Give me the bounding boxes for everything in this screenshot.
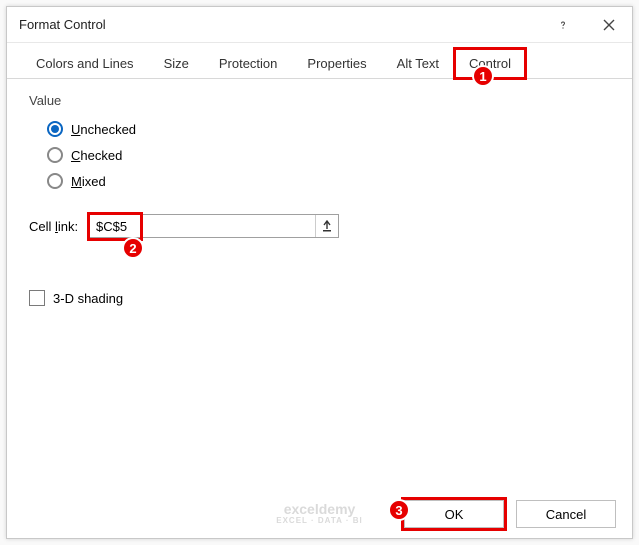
tab-size[interactable]: Size [149, 49, 204, 78]
radio-unchecked-label: Unchecked [71, 122, 136, 137]
radio-mixed-label: Mixed [71, 174, 106, 189]
titlebar: Format Control [7, 7, 632, 43]
cancel-button[interactable]: Cancel [516, 500, 616, 528]
value-group-label: Value [29, 93, 610, 108]
checkbox-3d-shading-label: 3-D shading [53, 291, 123, 306]
tab-colors-and-lines[interactable]: Colors and Lines [21, 49, 149, 78]
cell-link-row: Cell link: [29, 214, 610, 238]
dialog-title: Format Control [7, 17, 540, 32]
ok-button[interactable]: OK [404, 500, 504, 528]
checkbox-3d-shading[interactable]: 3-D shading [29, 290, 610, 306]
cell-link-label: Cell link: [29, 219, 89, 234]
dialog-footer: exceldemy EXCEL · DATA · BI OK Cancel [23, 500, 616, 528]
radio-checked[interactable]: Checked [47, 144, 610, 166]
range-picker-button[interactable] [315, 215, 337, 237]
tab-control[interactable]: Control [454, 49, 526, 79]
close-button[interactable] [586, 7, 632, 43]
cell-link-input[interactable] [90, 215, 315, 237]
close-icon [603, 19, 615, 31]
checkbox-icon [29, 290, 45, 306]
format-control-dialog: Format Control Colors and Lines Size Pro… [6, 6, 633, 539]
radio-icon [47, 173, 63, 189]
help-icon [557, 19, 569, 31]
radio-icon [47, 147, 63, 163]
radio-icon [47, 121, 63, 137]
tab-protection[interactable]: Protection [204, 49, 293, 78]
tab-properties[interactable]: Properties [292, 49, 381, 78]
help-button[interactable] [540, 7, 586, 43]
tab-alt-text[interactable]: Alt Text [382, 49, 454, 78]
watermark: exceldemy EXCEL · DATA · BI [276, 502, 362, 526]
radio-checked-label: Checked [71, 148, 122, 163]
cell-link-refbox [89, 214, 339, 238]
tab-control-label: Control [469, 56, 511, 71]
ok-button-label: OK [445, 507, 464, 522]
cancel-button-label: Cancel [546, 507, 586, 522]
radio-mixed[interactable]: Mixed [47, 170, 610, 192]
tab-content: Value Unchecked Checked Mixed Cell link: [7, 79, 632, 489]
tab-strip: Colors and Lines Size Protection Propert… [7, 43, 632, 79]
collapse-dialog-icon [321, 220, 333, 232]
radio-unchecked[interactable]: Unchecked [47, 118, 610, 140]
